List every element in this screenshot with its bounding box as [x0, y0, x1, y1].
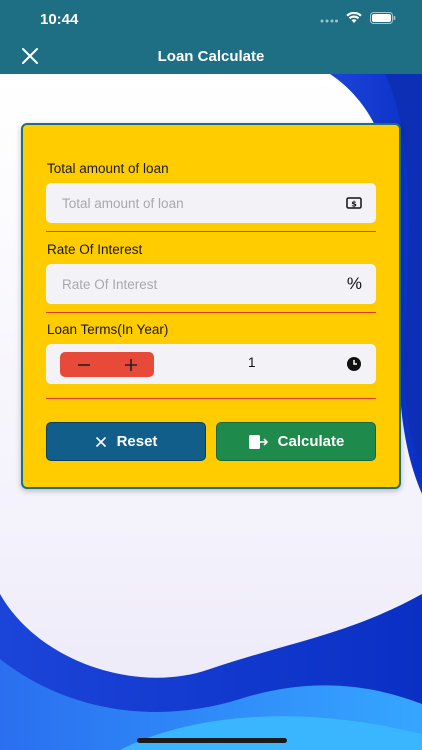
separator — [46, 312, 376, 313]
signal-icon — [320, 19, 338, 23]
wifi-icon — [346, 12, 362, 23]
terms-field: 1 — [46, 344, 376, 384]
dollar-bill-icon: $ — [346, 197, 362, 209]
loan-amount-field: $ — [46, 183, 376, 223]
terms-label: Loan Terms(In Year) — [47, 322, 169, 337]
status-icons — [320, 12, 396, 24]
battery-icon — [370, 12, 396, 24]
plus-icon — [124, 358, 137, 371]
reset-label: Reset — [116, 433, 158, 450]
minus-button[interactable] — [60, 352, 107, 377]
svg-text:$: $ — [351, 200, 357, 209]
reset-button[interactable]: Reset — [46, 422, 206, 461]
exit-door-icon — [248, 434, 268, 449]
header-bar: 10:44 Loan Calculate — [0, 0, 422, 74]
interest-field: % — [46, 264, 376, 304]
interest-input[interactable] — [46, 264, 332, 304]
plus-button[interactable] — [107, 352, 154, 377]
separator — [46, 398, 376, 399]
percent-suffix: % — [346, 274, 362, 293]
loan-form-card: Total amount of loan $ Rate Of Interest … — [21, 123, 401, 489]
calculate-label: Calculate — [277, 433, 345, 450]
home-indicator — [137, 738, 287, 743]
separator — [46, 231, 376, 232]
page-title: Loan Calculate — [157, 48, 265, 65]
terms-value: 1 — [248, 355, 256, 370]
loan-amount-label: Total amount of loan — [47, 161, 169, 176]
minus-icon — [77, 363, 90, 366]
interest-label: Rate Of Interest — [47, 242, 143, 257]
status-time: 10:44 — [40, 11, 79, 28]
clock-icon — [347, 357, 361, 371]
x-icon — [95, 436, 106, 447]
loan-amount-input[interactable] — [46, 183, 332, 223]
terms-stepper — [60, 352, 154, 377]
calculate-button[interactable]: Calculate — [216, 422, 376, 461]
